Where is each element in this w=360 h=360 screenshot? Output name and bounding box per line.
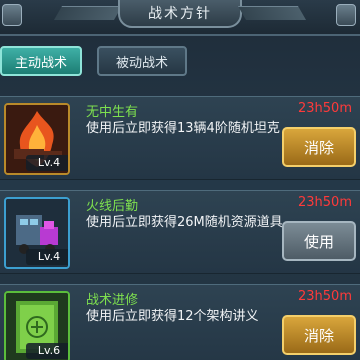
tab-passive-tactics[interactable]: 被动战术	[97, 46, 187, 76]
tactic-card: Lv.4 无中生有 23h50m 使用后立即获得13辆4阶随机坦克 消除	[0, 96, 360, 180]
tactic-description: 使用后立即获得13辆4阶随机坦克	[86, 121, 280, 136]
remove-button[interactable]: 消除	[282, 127, 356, 167]
tactic-description: 使用后立即获得26M随机资源道具	[86, 215, 283, 230]
tactic-name: 无中生有	[86, 105, 139, 120]
close-button[interactable]	[336, 4, 356, 26]
tactic-timer: 23h50m	[298, 195, 352, 210]
tactic-name: 战术进修	[86, 293, 139, 308]
level-badge: Lv.4	[26, 249, 68, 265]
title-bar: 战术方针	[0, 0, 360, 36]
page-title: 战术方针	[118, 0, 242, 28]
left-corner-ornament	[2, 4, 22, 26]
tactic-card: Lv.4 火线后勤 23h50m 使用后立即获得26M随机资源道具 使用	[0, 190, 360, 274]
tactic-icon-frame: Lv.6	[4, 291, 70, 360]
use-button[interactable]: 使用	[282, 221, 356, 261]
tactic-timer: 23h50m	[298, 101, 352, 116]
tactic-card: Lv.6 战术进修 23h50m 使用后立即获得12个架构讲义 消除	[0, 284, 360, 360]
title-wing-right	[237, 6, 307, 20]
tactic-name: 火线后勤	[86, 199, 139, 214]
tactic-icon-frame: Lv.4	[4, 197, 70, 269]
tactic-description: 使用后立即获得12个架构讲义	[86, 309, 259, 324]
remove-button[interactable]: 消除	[282, 315, 356, 355]
level-badge: Lv.4	[26, 155, 68, 171]
tab-active-tactics[interactable]: 主动战术	[0, 46, 82, 76]
tactic-timer: 23h50m	[298, 289, 352, 304]
title-wing-left	[53, 6, 123, 20]
tactic-icon-frame: Lv.4	[4, 103, 70, 175]
level-badge: Lv.6	[26, 343, 68, 359]
